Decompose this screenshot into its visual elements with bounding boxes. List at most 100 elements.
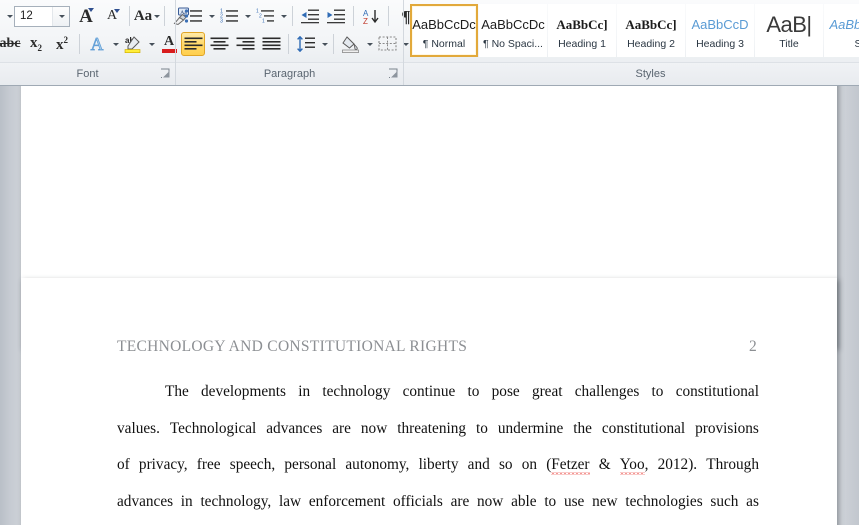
document-word: in <box>298 383 311 400</box>
document-word: privacy, <box>138 456 188 473</box>
style-preview: AaBbCcDc <box>481 17 545 32</box>
style-name: Heading 2 <box>627 37 675 50</box>
style-item-heading-1[interactable]: AaBbCc] Heading 1 <box>548 4 616 57</box>
document-word: great <box>531 383 563 400</box>
bullets-dropdown-caret[interactable] <box>206 4 216 28</box>
style-item-normal[interactable]: AaBbCcDc ¶ Normal <box>410 4 478 57</box>
document-word: are <box>332 419 351 437</box>
multilevel-list-dropdown-caret[interactable] <box>278 4 288 28</box>
superscript-button[interactable]: x2 <box>50 32 74 56</box>
document-word: The <box>165 383 189 400</box>
styles-gallery[interactable]: AaBbCcDc ¶ Normal AaBbCcDc ¶ No Spaci... AaB… <box>410 2 859 57</box>
sort-button[interactable]: A Z <box>359 4 383 28</box>
document-page-2[interactable]: TECHNOLOGY AND CONSTITUTIONAL RIGHTS 2 T… <box>21 278 837 525</box>
align-center-icon <box>210 37 228 50</box>
document-running-header: TECHNOLOGY AND CONSTITUTIONAL RIGHTS 2 <box>117 338 757 356</box>
paragraph-separator-1 <box>292 6 293 26</box>
document-word: and <box>467 456 490 473</box>
decrease-indent-button[interactable] <box>298 4 322 28</box>
document-word: as <box>746 492 759 510</box>
document-word: technology <box>322 383 391 400</box>
style-item-title[interactable]: AaB| Title <box>755 4 823 57</box>
paragraph-separator-4 <box>288 34 289 54</box>
document-word: now <box>360 419 388 437</box>
align-center-button[interactable] <box>207 32 231 56</box>
strikethrough-button[interactable]: abc <box>0 32 22 56</box>
shrink-font-button[interactable]: A <box>100 4 124 28</box>
numbering-button[interactable]: 1 2 3 <box>217 4 241 28</box>
font-separator-3 <box>79 34 80 54</box>
text-effects-button[interactable]: A <box>85 32 109 56</box>
shading-dropdown-caret[interactable] <box>364 32 374 56</box>
document-word: law <box>278 492 302 510</box>
style-preview: AaBbCcD <box>691 17 749 32</box>
subscript-button[interactable]: x2 <box>24 32 48 56</box>
document-word: liberty <box>418 456 459 473</box>
document-body-text[interactable]: The developments in technology continue to pos… <box>117 374 759 520</box>
document-word: officials <box>393 492 443 510</box>
multilevel-list-button[interactable]: 1 2 1 <box>253 4 277 28</box>
line-spacing-dropdown-caret[interactable] <box>319 32 329 56</box>
text-effects-dropdown-caret[interactable] <box>110 32 120 56</box>
numbering-dropdown-caret[interactable] <box>242 4 252 28</box>
font-size-value[interactable]: 12 <box>15 7 52 26</box>
increase-indent-button[interactable] <box>324 4 348 28</box>
document-word: continue <box>402 383 456 400</box>
document-text-line: of privacy, free speech, personal autonomy, li… <box>117 447 759 484</box>
document-word: technology, <box>200 492 272 510</box>
document-word: free <box>196 456 221 473</box>
document-word: developments <box>201 383 286 400</box>
change-case-button[interactable]: Aa <box>134 4 161 28</box>
style-name: Heading 3 <box>696 37 744 50</box>
grow-font-button[interactable]: A <box>74 4 98 28</box>
bullets-button[interactable] <box>181 4 205 28</box>
align-left-button[interactable] <box>181 32 205 56</box>
ribbon-group-styles: AaBbCcDc ¶ Normal AaBbCcDc ¶ No Spaci... AaB… <box>403 0 859 85</box>
line-spacing-button[interactable] <box>294 32 318 56</box>
document-word: speech, <box>229 456 276 473</box>
document-word: threatening <box>397 419 467 437</box>
style-item-heading-2[interactable]: AaBbCc] Heading 2 <box>617 4 685 57</box>
text-highlight-button[interactable]: ab <box>121 32 145 56</box>
shading-button[interactable] <box>339 32 363 56</box>
highlight-icon: ab <box>124 36 141 54</box>
document-word: values. <box>117 419 160 437</box>
spelling-error[interactable]: Yoo <box>619 456 645 475</box>
decrease-indent-icon <box>301 9 319 24</box>
font-dialog-launcher[interactable] <box>160 68 171 79</box>
document-word: personal <box>284 456 337 473</box>
styles-group-label-text: Styles <box>635 68 666 80</box>
document-text-line: values. Technological advances are now threat… <box>117 411 759 448</box>
document-word: pose <box>491 383 520 400</box>
document-word: on <box>521 456 538 473</box>
shading-icon <box>342 36 359 53</box>
borders-icon <box>377 36 397 51</box>
font-color-icon: A <box>163 34 175 49</box>
ribbon-group-paragraph: 1 2 3 1 2 1 A Z ¶ Paragraph <box>175 0 411 85</box>
text-effects-icon: A <box>90 34 104 54</box>
multilevel-list-icon: 1 2 1 <box>256 8 274 24</box>
document-word: use <box>563 492 585 510</box>
document-word: 2012). <box>657 456 698 473</box>
align-right-button[interactable] <box>233 32 257 56</box>
font-group-row-1: 12 A A Aa Aa <box>4 2 189 30</box>
paragraph-dialog-launcher[interactable] <box>388 68 399 79</box>
paragraph-group-label-text: Paragraph <box>263 68 316 80</box>
font-size-combo[interactable]: 12 <box>14 5 70 27</box>
document-word: in <box>180 492 193 510</box>
borders-button[interactable] <box>375 32 399 56</box>
document-canvas[interactable]: TECHNOLOGY AND CONSTITUTIONAL RIGHTS 2 T… <box>0 86 859 525</box>
document-word: are <box>450 492 470 510</box>
style-item-no-spaci[interactable]: AaBbCcDc ¶ No Spaci... <box>479 4 547 57</box>
style-item-heading-3[interactable]: AaBbCcD Heading 3 <box>686 4 754 57</box>
font-size-dropdown-caret[interactable] <box>52 6 69 26</box>
document-word: & <box>598 456 611 473</box>
bullets-icon <box>184 9 202 23</box>
font-name-dropdown-caret[interactable] <box>4 4 14 28</box>
justify-button[interactable] <box>259 32 283 56</box>
style-item-s[interactable]: AaBbCcD S <box>824 4 859 57</box>
style-preview: AaBbCcD <box>829 17 859 32</box>
spelling-error[interactable]: Fetzer <box>551 456 590 475</box>
style-name: ¶ Normal <box>422 37 466 50</box>
highlight-dropdown-caret[interactable] <box>146 32 156 56</box>
